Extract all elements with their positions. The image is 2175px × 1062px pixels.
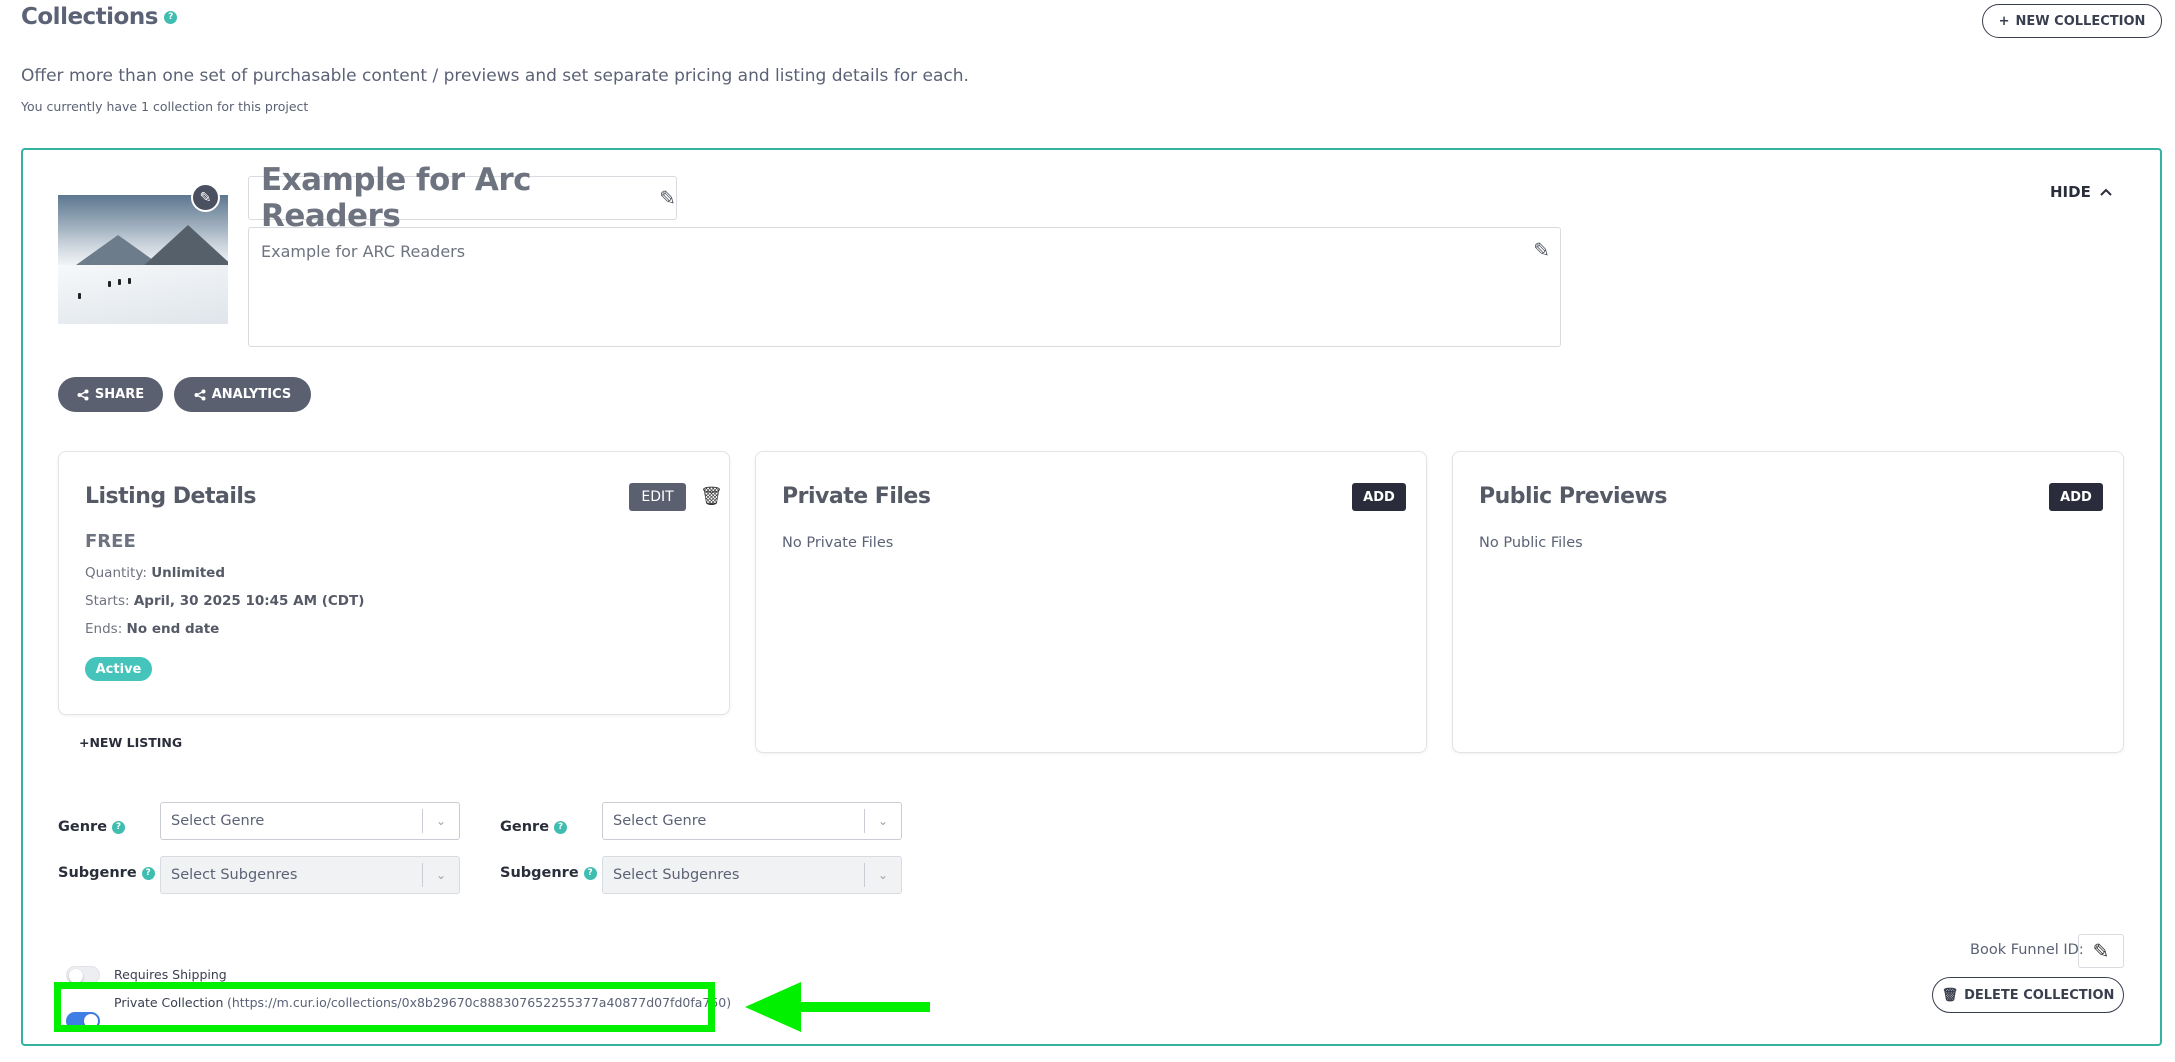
edit-listing-button[interactable]: EDIT (629, 483, 686, 511)
analytics-label: ANALYTICS (211, 387, 292, 402)
listing-starts: Starts: April, 30 2025 10:45 AM (CDT) (85, 593, 365, 609)
status-badge: Active (85, 657, 152, 681)
share-icon (77, 389, 89, 400)
collection-title: Example for Arc Readers (261, 162, 532, 234)
edit-cover-button[interactable]: ✎ (191, 183, 220, 212)
private-files-panel: Private Files ADD No Private Files (755, 451, 1427, 753)
public-previews-panel: Public Previews ADD No Public Files (1452, 451, 2124, 753)
genre-select[interactable]: Select Genre ⌄ (602, 802, 902, 840)
chevron-down-icon: ⌄ (877, 814, 889, 828)
pencil-icon: ✎ (199, 189, 212, 206)
edit-title-icon[interactable]: ✎ (659, 186, 676, 210)
hide-label: HIDE (2050, 183, 2091, 201)
hide-toggle-button[interactable]: HIDE (2050, 183, 2113, 201)
subgenre-label: Subgenre? (500, 865, 597, 881)
requires-shipping-label: Requires Shipping (114, 967, 227, 982)
help-icon[interactable]: ? (583, 866, 597, 880)
chevron-down-icon: ⌄ (877, 868, 889, 882)
collection-description-field[interactable]: Example for ARC Readers ✎ (248, 227, 1561, 347)
trash-icon: 🗑 (1941, 987, 1959, 1003)
share-button[interactable]: SHARE (58, 377, 163, 412)
help-icon[interactable]: ? (141, 866, 155, 880)
chevron-down-icon: ⌄ (435, 814, 447, 828)
delete-collection-button[interactable]: 🗑 DELETE COLLECTION (1932, 977, 2124, 1013)
listing-details-panel: Listing Details EDIT 🗑 FREE Quantity: Un… (58, 451, 730, 715)
add-private-file-button[interactable]: ADD (1352, 483, 1406, 511)
new-listing-link[interactable]: +NEW LISTING (79, 735, 182, 750)
listing-ends: Ends: No end date (85, 621, 220, 637)
analytics-button[interactable]: ANALYTICS (174, 377, 311, 412)
chevron-down-icon: ⌄ (435, 868, 447, 882)
arrow-left-icon (745, 982, 930, 1032)
collection-count-note: You currently have 1 collection for this… (21, 99, 309, 114)
listing-price: FREE (85, 531, 136, 552)
book-funnel-label: Book Funnel ID: (1970, 942, 2084, 958)
page-title-text: Collections (21, 4, 158, 30)
listing-quantity: Quantity: Unlimited (85, 565, 225, 581)
genre-label: Genre? (58, 819, 126, 835)
delete-listing-icon[interactable]: 🗑 (700, 486, 723, 507)
chevron-up-icon (2100, 188, 2112, 196)
share-label: SHARE (94, 387, 145, 402)
new-collection-button[interactable]: + NEW COLLECTION (1982, 4, 2162, 38)
edit-book-funnel-button[interactable]: ✎ (2078, 934, 2124, 968)
intro-text: Offer more than one set of purchasable c… (21, 66, 969, 86)
subgenre-select[interactable]: Select Subgenres ⌄ (160, 856, 460, 894)
subgenre-select[interactable]: Select Subgenres ⌄ (602, 856, 902, 894)
highlight-box (54, 982, 715, 1032)
genre-select[interactable]: Select Genre ⌄ (160, 802, 460, 840)
collection-title-field[interactable]: Example for Arc Readers ✎ (248, 162, 677, 234)
new-collection-label: NEW COLLECTION (2015, 13, 2146, 29)
genre-label: Genre? (500, 819, 568, 835)
add-public-preview-button[interactable]: ADD (2049, 483, 2103, 511)
edit-icon: ✎ (2092, 939, 2110, 963)
help-icon[interactable]: ? (112, 820, 126, 834)
help-icon[interactable]: ? (554, 820, 568, 834)
public-previews-empty: No Public Files (1479, 535, 1583, 551)
share-icon (194, 389, 206, 400)
subgenre-label: Subgenre? (58, 865, 155, 881)
edit-description-icon[interactable]: ✎ (1533, 238, 1550, 262)
delete-collection-label: DELETE COLLECTION (1964, 987, 2115, 1003)
plus-icon: + (1998, 13, 2010, 29)
private-files-empty: No Private Files (782, 535, 894, 551)
collection-description: Example for ARC Readers (261, 242, 466, 261)
listing-details-title: Listing Details (85, 484, 257, 509)
collection-cover-image[interactable] (58, 195, 228, 324)
public-previews-title: Public Previews (1479, 484, 1667, 509)
page-title: Collections ? (21, 4, 177, 30)
help-icon[interactable]: ? (163, 10, 177, 24)
private-files-title: Private Files (782, 484, 931, 509)
